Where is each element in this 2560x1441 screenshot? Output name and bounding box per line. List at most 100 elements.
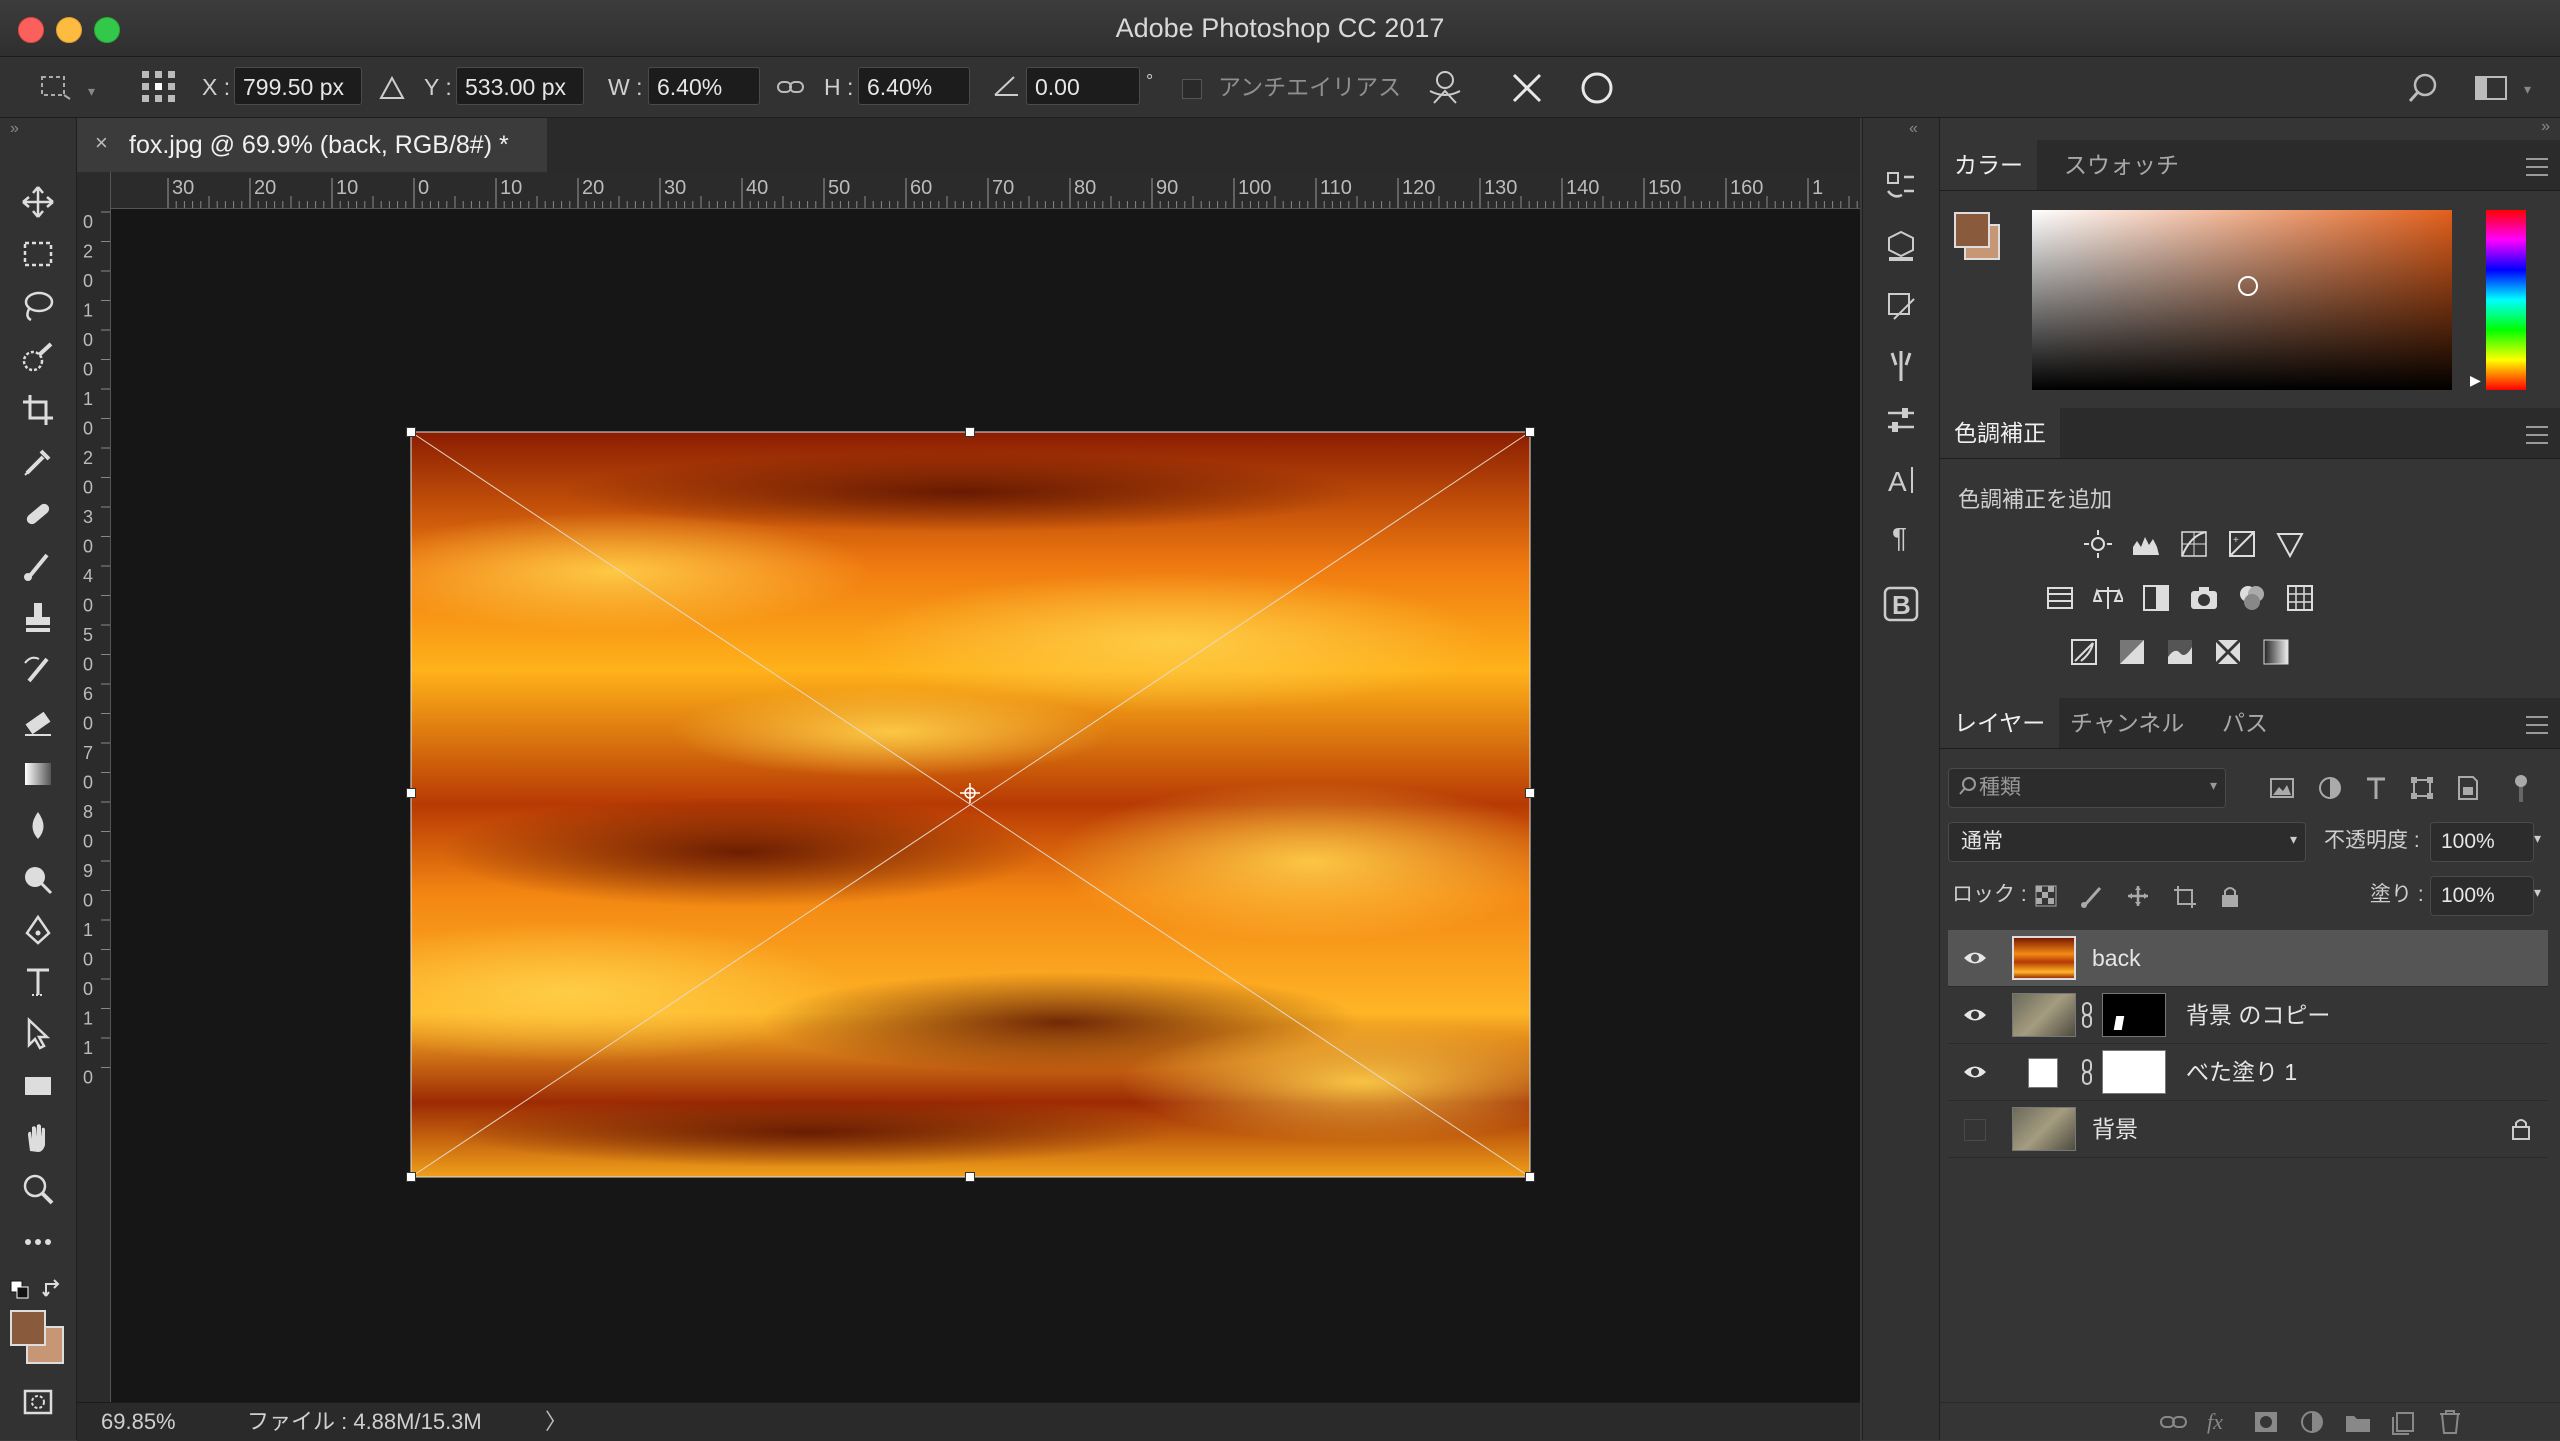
healing-brush-tool-icon[interactable] <box>18 494 58 534</box>
filter-type-icon[interactable] <box>2360 772 2392 804</box>
lock-transparent-pixels-icon[interactable] <box>2030 880 2062 912</box>
lock-position-icon[interactable] <box>2122 880 2154 912</box>
chevron-down-icon[interactable]: ▾ <box>2524 81 2531 98</box>
filter-toggle-switch[interactable] <box>2514 774 2528 804</box>
new-group-icon[interactable] <box>2342 1406 2374 1438</box>
link-icon[interactable] <box>776 75 806 99</box>
crop-tool-icon[interactable] <box>18 390 58 430</box>
layer-name[interactable]: 背景 <box>2092 1101 2138 1157</box>
layer-name[interactable]: back <box>2092 930 2141 986</box>
reference-point-icon[interactable] <box>140 69 178 105</box>
layer-mask-thumbnail[interactable] <box>2102 1050 2166 1094</box>
tab-layers[interactable]: レイヤー <box>1940 698 2060 748</box>
eye-icon[interactable] <box>1962 1003 1988 1027</box>
lock-all-icon[interactable] <box>2214 880 2246 912</box>
layer-mask-thumbnail[interactable] <box>2102 993 2166 1037</box>
document-tab[interactable]: × fox.jpg @ 69.9% (back, RGB/8#) * <box>77 118 547 172</box>
filter-smart-object-icon[interactable] <box>2452 772 2484 804</box>
fill-color-thumbnail[interactable] <box>2028 1058 2058 1088</box>
hue-saturation-icon[interactable] <box>2044 582 2076 614</box>
x-field[interactable]: 799.50 px <box>234 67 362 105</box>
photo-filter-icon[interactable] <box>2188 582 2220 614</box>
collapse-dock-icon[interactable]: « <box>1909 120 1918 138</box>
brush-tool-icon[interactable] <box>18 546 58 586</box>
hue-slider-arrow-icon[interactable]: ▶ <box>2470 372 2481 389</box>
antialias-checkbox[interactable] <box>1182 79 1202 99</box>
tab-paths[interactable]: パス <box>2208 698 2282 748</box>
layers-panel-menu-icon[interactable] <box>2526 716 2548 734</box>
layer-thumbnail[interactable] <box>2012 936 2076 980</box>
vertical-ruler[interactable]: 0 2 0 1 0 0 1 0 2 0 3 0 4 0 5 0 6 0 7 0 8 0 9 0 1 0 0 1 1 0 <box>77 172 111 1402</box>
new-adjustment-layer-icon[interactable] <box>2296 1406 2328 1438</box>
chevron-down-icon[interactable]: ▾ <box>88 83 95 100</box>
layer-name[interactable]: 背景 のコピー <box>2186 987 2330 1043</box>
rectangle-tool-icon[interactable] <box>18 1066 58 1106</box>
angle-field[interactable]: 0.00 <box>1026 67 1140 105</box>
blend-mode-dropdown[interactable]: 通常 ▾ <box>1948 822 2306 862</box>
paragraph-panel-icon[interactable]: ¶ <box>1881 516 1921 556</box>
delta-icon[interactable] <box>378 75 406 101</box>
warp-icon[interactable] <box>1424 69 1466 107</box>
eyedropper-tool-icon[interactable] <box>18 442 58 482</box>
zoom-tool-icon[interactable] <box>18 1170 58 1210</box>
color-picker-field[interactable] <box>2032 210 2452 390</box>
transform-handle-top-left[interactable] <box>406 427 416 437</box>
transform-handle-bottom[interactable] <box>965 1172 975 1182</box>
transform-handle-left[interactable] <box>406 788 416 798</box>
filter-adjustment-icon[interactable] <box>2314 772 2346 804</box>
color-balance-icon[interactable] <box>2092 582 2124 614</box>
levels-icon[interactable] <box>2130 528 2162 560</box>
color-picker-cursor[interactable] <box>2238 276 2258 296</box>
canvas-area[interactable] <box>111 209 1860 1402</box>
glyphs-panel-icon[interactable] <box>1881 286 1921 326</box>
more-tools-icon[interactable] <box>18 1222 58 1262</box>
fill-field[interactable]: 100% <box>2430 876 2534 916</box>
close-tab-icon[interactable]: × <box>95 130 108 156</box>
brightness-contrast-icon[interactable] <box>2082 528 2114 560</box>
tab-adjustments[interactable]: 色調補正 <box>1940 408 2060 458</box>
black-white-icon[interactable] <box>2140 582 2172 614</box>
link-layers-icon[interactable] <box>2158 1406 2190 1438</box>
quick-selection-tool-icon[interactable] <box>18 338 58 378</box>
color-lookup-icon[interactable] <box>2284 582 2316 614</box>
eraser-tool-icon[interactable] <box>18 702 58 742</box>
gradient-map-icon[interactable] <box>2260 636 2292 668</box>
status-menu-arrow[interactable]: 〉 <box>545 1403 567 1441</box>
vibrance-icon[interactable] <box>2274 528 2306 560</box>
exposure-icon[interactable]: + <box>2226 528 2258 560</box>
color-panel-foreground-swatch[interactable] <box>1954 212 1990 248</box>
layer-name[interactable]: べた塗り 1 <box>2186 1044 2297 1100</box>
height-field[interactable]: 6.40% <box>858 67 970 105</box>
horizontal-ruler[interactable]: 30 20 10 0 10 20 30 40 50 60 70 80 90 100 110 120 130 140… <box>110 172 1860 209</box>
hue-slider[interactable] <box>2486 210 2526 390</box>
eye-icon[interactable] <box>1962 946 1988 970</box>
foreground-color-swatch[interactable] <box>10 1310 46 1346</box>
filter-pixel-icon[interactable] <box>2266 772 2298 804</box>
mask-link-icon[interactable] <box>2080 1001 2094 1029</box>
filter-shape-icon[interactable] <box>2406 772 2438 804</box>
tab-color[interactable]: カラー <box>1940 140 2037 190</box>
channel-mixer-icon[interactable] <box>2236 582 2268 614</box>
brush-settings-icon[interactable] <box>1881 400 1921 440</box>
commit-transform-icon[interactable] <box>1578 69 1616 107</box>
transform-handle-top[interactable] <box>965 427 975 437</box>
tab-channels[interactable]: チャンネル <box>2056 698 2198 748</box>
layer-filter-dropdown[interactable]: 種類 ▾ <box>1948 768 2226 808</box>
tab-swatches[interactable]: スウォッチ <box>2050 140 2193 190</box>
transform-handle-bottom-left[interactable] <box>406 1172 416 1182</box>
brush-presets-icon[interactable] <box>1881 346 1921 386</box>
path-selection-tool-icon[interactable] <box>18 1014 58 1054</box>
layer-row-back[interactable]: back <box>1948 930 2548 987</box>
swap-colors-icon[interactable] <box>42 1278 64 1300</box>
curves-icon[interactable] <box>2178 528 2210 560</box>
lock-artboard-icon[interactable] <box>2168 880 2200 912</box>
layer-row-background-copy[interactable]: 背景 のコピー <box>1948 987 2548 1044</box>
fx-icon[interactable]: fx <box>2204 1406 2236 1438</box>
transform-tool-icon[interactable] <box>38 71 72 101</box>
adjustments-panel-menu-icon[interactable] <box>2526 426 2548 444</box>
opacity-chevron-icon[interactable]: ▾ <box>2534 830 2541 847</box>
mask-link-icon[interactable] <box>2080 1058 2094 1086</box>
collapse-panels-icon[interactable]: » <box>2541 118 2550 136</box>
default-colors-icon[interactable] <box>10 1280 30 1300</box>
history-brush-tool-icon[interactable] <box>18 650 58 690</box>
